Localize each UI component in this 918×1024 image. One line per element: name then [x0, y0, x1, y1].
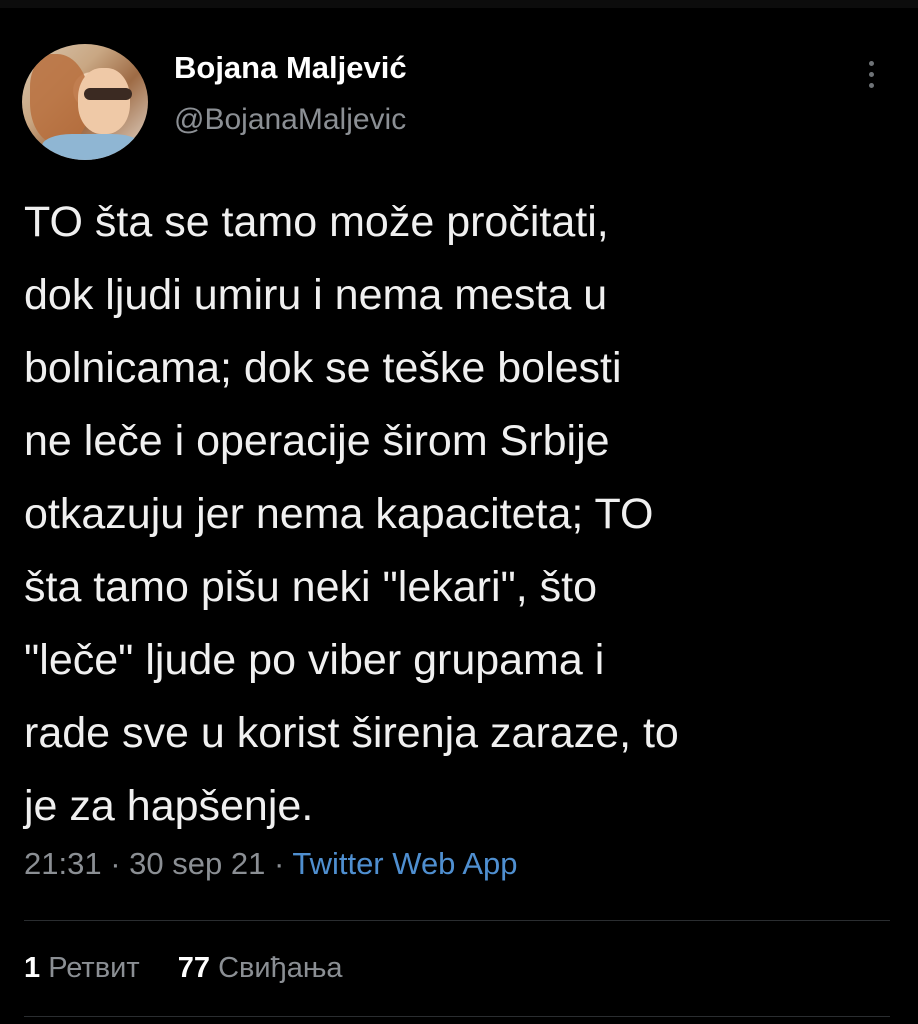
avatar-shirt	[42, 134, 142, 160]
retweet-count: 1	[24, 952, 41, 984]
tweet-time[interactable]: 21:31	[24, 846, 102, 881]
likes-stat[interactable]: 77 Свиђања	[178, 952, 343, 984]
avatar[interactable]	[22, 44, 148, 160]
top-edge	[0, 0, 918, 8]
tweet-text: TO šta se tamo može pročitati, dok ljudi…	[24, 198, 679, 830]
retweets-stat[interactable]: 1 Ретвит	[24, 952, 148, 984]
tweet-stats: 1 Ретвит 77 Свиђања	[24, 952, 343, 985]
divider	[24, 1016, 890, 1017]
like-count: 77	[177, 952, 210, 984]
more-dot	[868, 60, 874, 66]
retweet-label: Ретвит	[48, 952, 140, 984]
tweet-metadata: 21:31 · 30 sep 21 · Twitter Web App	[24, 846, 518, 882]
more-vertical-icon[interactable]	[856, 52, 886, 96]
display-name[interactable]: Bojana Maljević	[174, 50, 407, 86]
avatar-face	[78, 68, 130, 134]
avatar-glasses	[84, 88, 132, 100]
more-dot	[868, 71, 874, 77]
like-label: Свиђања	[218, 952, 343, 984]
tweet-card: Bojana Maljević @BojanaMaljevic TO šta s…	[0, 0, 918, 1024]
meta-separator: ·	[273, 846, 285, 881]
meta-separator: ·	[110, 846, 121, 881]
user-handle[interactable]: @BojanaMaljevic	[174, 103, 406, 137]
tweet-date[interactable]: 30 sep 21	[129, 846, 265, 881]
tweet-source-link[interactable]: Twitter Web App	[292, 846, 517, 881]
divider	[24, 920, 890, 921]
more-dot	[868, 82, 874, 88]
